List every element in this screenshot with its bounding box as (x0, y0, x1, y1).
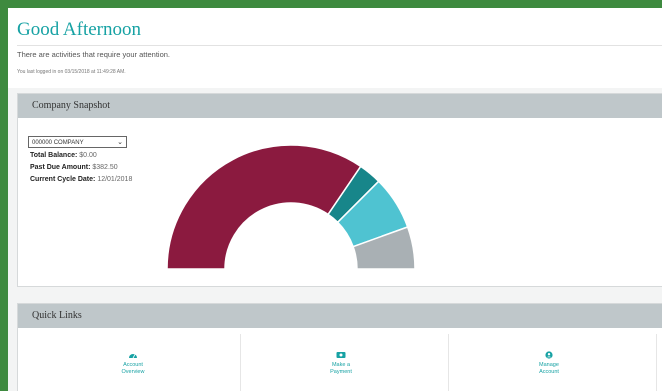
quick-links-title: Quick Links (32, 310, 82, 321)
quick-link-divider (448, 334, 449, 391)
donut-slice-0[interactable] (166, 144, 362, 270)
quick-link-label-line2: Payment (330, 369, 352, 375)
quick-link-label-line1: Account (123, 362, 143, 368)
quick-link-divider (240, 334, 241, 391)
company-snapshot-panel: Company Snapshot 000000 COMPANY ⌄ Total … (17, 93, 662, 287)
page-title: Good Afternoon (17, 19, 142, 40)
header-divider (17, 45, 662, 46)
quick-link-account-overview[interactable]: Account Overview (88, 351, 178, 376)
quick-link-label-line1: Manage (539, 362, 559, 368)
attention-message: There are activities that require your a… (17, 50, 170, 59)
quick-links-header: Quick Links (18, 304, 662, 328)
balance-donut-chart (166, 144, 416, 270)
quick-link-label-line1: Make a (331, 362, 351, 368)
dashboard-icon (129, 354, 137, 359)
quick-link-make-payment[interactable]: Make a Payment (296, 351, 386, 376)
quick-link-label-line2: Account (539, 369, 559, 375)
user-icon (545, 351, 553, 359)
page-header: Good Afternoon There are activities that… (8, 8, 662, 88)
page: Good Afternoon There are activities that… (8, 8, 662, 391)
quick-link-manage-account[interactable]: Manage Account (504, 351, 594, 376)
payment-icon (336, 352, 346, 358)
quick-links-panel: Quick Links Account Overview Make a Paym… (17, 303, 662, 391)
last-login-text: You last logged in on 03/15/2018 at 11:4… (17, 69, 126, 75)
quick-link-label-line2: Overview (121, 369, 145, 375)
quick-link-divider (656, 334, 657, 391)
